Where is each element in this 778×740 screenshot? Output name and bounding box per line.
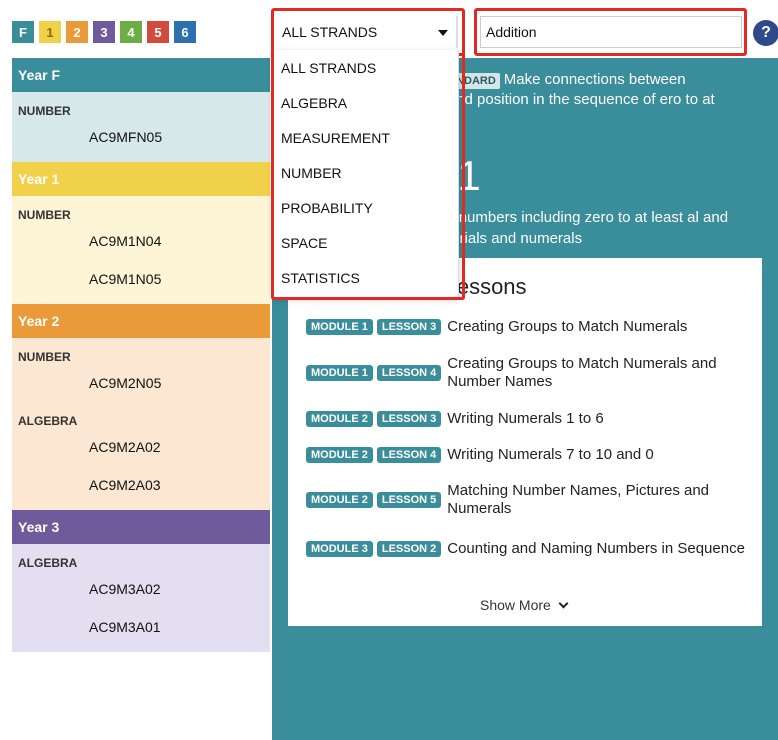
year-heading[interactable]: Year 3 xyxy=(12,510,270,544)
lesson-title-link[interactable]: Writing Numerals 1 to 6 xyxy=(447,410,603,428)
year-section: NUMBER AC9M1N04 AC9M1N05 xyxy=(12,196,270,304)
dropdown-option-measurement[interactable]: MEASUREMENT xyxy=(274,120,458,155)
year-section: NUMBER AC9MFN05 xyxy=(12,92,270,162)
content-code-link[interactable]: AC9M1N04 xyxy=(12,222,270,260)
module-badge: MODULE 1 xyxy=(306,319,373,335)
lesson-title-link[interactable]: Creating Groups to Match Numerals and Nu… xyxy=(447,355,747,391)
year-section: NUMBER AC9M2N05 ALGEBRA AC9M2A02 AC9M2A03 xyxy=(12,338,270,510)
strand-select-value[interactable]: ALL STRANDS xyxy=(277,16,458,48)
lesson-badge: LESSON 4 xyxy=(376,365,442,381)
lesson-title-link[interactable]: Writing Numerals 7 to 10 and 0 xyxy=(447,446,654,464)
lesson-badge: LESSON 5 xyxy=(376,492,442,508)
year-heading[interactable]: Year 1 xyxy=(12,162,270,196)
year-tab-1[interactable]: 1 xyxy=(39,21,61,43)
lessons-card xyxy=(288,258,762,626)
lesson-badge: LESSON 4 xyxy=(376,447,442,463)
lesson-title-link[interactable]: Counting and Naming Numbers in Sequence xyxy=(447,540,745,558)
lesson-badge: LESSON 3 xyxy=(376,319,442,335)
lesson-badge: LESSON 2 xyxy=(376,541,442,557)
year-tab-f[interactable]: F xyxy=(12,21,34,43)
dropdown-option-number[interactable]: NUMBER xyxy=(274,155,458,190)
strand-dropdown-list: ALL STRANDS ALGEBRA MEASUREMENT NUMBER PROBA… xyxy=(273,50,459,298)
lesson-row[interactable]: MODULE 3 LESSON 2 Counting and Naming Numb… xyxy=(306,540,745,558)
content-code-link[interactable]: AC9M2A03 xyxy=(12,466,270,504)
strand-label: NUMBER xyxy=(18,208,71,222)
module-badge: MODULE 2 xyxy=(306,411,373,427)
module-badge: MODULE 2 xyxy=(306,492,373,508)
lesson-badge: LESSON 3 xyxy=(376,411,442,427)
content-code-link[interactable]: AC9M1N05 xyxy=(12,260,270,298)
year-section: ALGEBRA AC9M3A02 AC9M3A01 xyxy=(12,544,270,652)
dropdown-option-probability[interactable]: PROBABILITY xyxy=(274,190,458,225)
module-badge: MODULE 1 xyxy=(306,365,373,381)
dropdown-option-space[interactable]: SPACE xyxy=(274,225,458,260)
show-more-button[interactable]: Show More xyxy=(480,597,569,613)
strand-select[interactable]: ALL STRANDS xyxy=(271,8,465,56)
strand-label: ALGEBRA xyxy=(18,556,78,570)
help-icon[interactable]: ? xyxy=(753,20,778,46)
dropdown-option-statistics[interactable]: STATISTICS xyxy=(274,260,458,295)
strand-label: NUMBER xyxy=(18,350,71,364)
lesson-title-link[interactable]: Matching Number Names, Pictures and Nume… xyxy=(447,482,747,518)
lesson-row[interactable]: MODULE 1 LESSON 3 Creating Groups to Match… xyxy=(306,318,687,336)
module-badge: MODULE 2 xyxy=(306,447,373,463)
lesson-row[interactable]: MODULE 2 LESSON 5 Matching Number Names, P… xyxy=(306,482,747,518)
content-code-link[interactable]: AC9M3A01 xyxy=(12,608,270,646)
dropdown-option-algebra[interactable]: ALGEBRA xyxy=(274,85,458,120)
lesson-row[interactable]: MODULE 1 LESSON 4 Creating Groups to Match… xyxy=(306,355,747,391)
year-tab-4[interactable]: 4 xyxy=(120,21,142,43)
module-badge: MODULE 3 xyxy=(306,541,373,557)
year-heading[interactable]: Year F xyxy=(12,58,270,92)
year-tab-5[interactable]: 5 xyxy=(147,21,169,43)
caret-down-icon[interactable] xyxy=(438,30,448,36)
year-heading[interactable]: Year 2 xyxy=(12,304,270,338)
dropdown-option-all-strands[interactable]: ALL STRANDS xyxy=(274,50,458,85)
year-tab-3[interactable]: 3 xyxy=(93,21,115,43)
lesson-title-link[interactable]: Creating Groups to Match Numerals xyxy=(447,318,687,336)
year-sidebar: Year F NUMBER AC9MFN05 Year 1 NUMBER AC9M1N04… xyxy=(12,58,270,740)
lesson-row[interactable]: MODULE 2 LESSON 3 Writing Numerals 1 to 6 xyxy=(306,410,604,428)
show-more-label: Show More xyxy=(480,597,551,613)
strand-label: ALGEBRA xyxy=(18,414,78,428)
content-code-link[interactable]: AC9MFN05 xyxy=(12,118,270,156)
chevron-down-icon xyxy=(558,598,569,609)
lesson-row[interactable]: MODULE 2 LESSON 4 Writing Numerals 7 to 10… xyxy=(306,446,654,464)
year-tabs: F123456 xyxy=(12,21,196,43)
content-code-link[interactable]: AC9M2N05 xyxy=(12,364,270,402)
search-input[interactable] xyxy=(480,16,742,48)
content-code-link[interactable]: AC9M2A02 xyxy=(12,428,270,466)
year-tab-6[interactable]: 6 xyxy=(174,21,196,43)
strand-label: NUMBER xyxy=(18,104,71,118)
content-code-link[interactable]: AC9M3A02 xyxy=(12,570,270,608)
search-field-wrapper xyxy=(474,8,747,56)
year-tab-2[interactable]: 2 xyxy=(66,21,88,43)
